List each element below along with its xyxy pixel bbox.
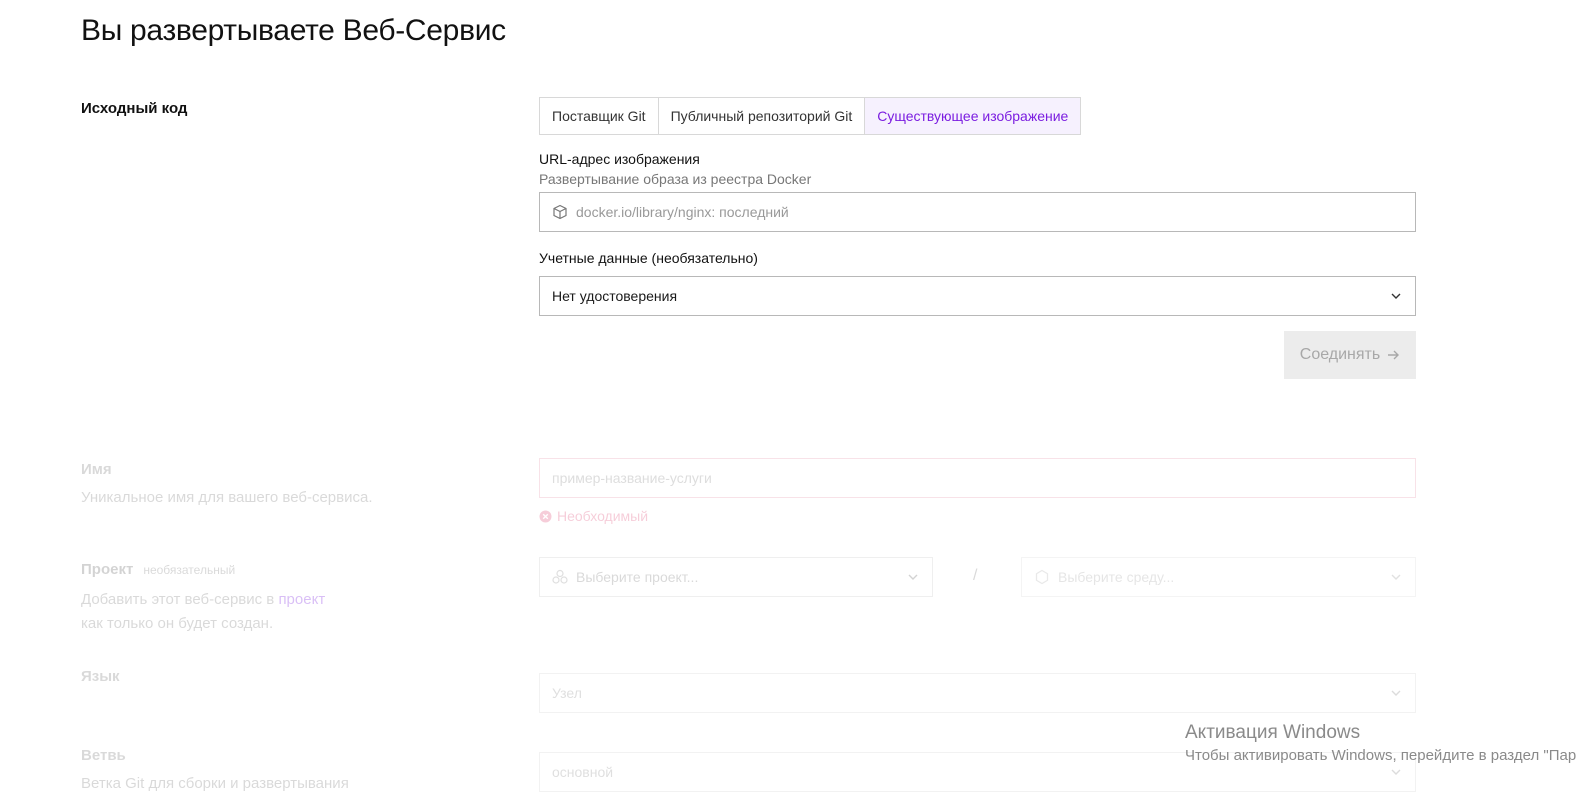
package-icon	[552, 204, 568, 220]
tab-public-git-repo[interactable]: Публичный репозиторий Git	[659, 98, 866, 134]
project-select[interactable]: Выберите проект...	[539, 557, 933, 597]
image-url-placeholder: docker.io/library/nginx: последний	[576, 204, 789, 220]
language-label: Язык	[81, 668, 120, 685]
language-value: Узел	[552, 685, 582, 701]
credentials-select[interactable]: Нет удостоверения	[539, 276, 1416, 316]
chevron-down-icon	[1389, 765, 1403, 779]
language-select[interactable]: Узел	[539, 673, 1416, 713]
service-name-input[interactable]: пример-название-услуги	[539, 458, 1416, 498]
project-icon	[552, 569, 568, 585]
branch-label: Ветвь	[81, 747, 126, 764]
connect-button[interactable]: Соединять	[1284, 331, 1416, 379]
connect-button-label: Соединять	[1299, 346, 1381, 363]
image-url-label: URL-адрес изображения	[539, 151, 700, 167]
project-heading: Проект необязательный	[81, 561, 235, 578]
tab-existing-image[interactable]: Существующее изображение	[865, 98, 1081, 134]
project-optional: необязательный	[143, 563, 236, 577]
branch-value: основной	[552, 764, 614, 780]
service-name-placeholder: пример-название-услуги	[552, 470, 712, 486]
hexagon-icon	[1034, 569, 1050, 585]
environment-select[interactable]: Выберите среду...	[1021, 557, 1416, 597]
source-tabs: Поставщик Git Публичный репозиторий Git …	[539, 97, 1082, 135]
chevron-down-icon	[1389, 570, 1403, 584]
windows-activation-title: Активация Windows	[1185, 722, 1361, 743]
name-error: Необходимый	[539, 508, 648, 524]
image-url-input[interactable]: docker.io/library/nginx: последний	[539, 192, 1416, 232]
windows-activation-subtitle: Чтобы активировать Windows, перейдите в …	[1185, 747, 1577, 764]
project-env-separator: /	[973, 567, 978, 584]
credentials-label: Учетные данные (необязательно)	[539, 250, 758, 266]
image-url-help: Развертывание образа из реестра Docker	[539, 171, 812, 187]
project-help: Добавить этот веб-сервис в проект как то…	[81, 588, 381, 636]
page-title: Вы развертываете Веб-Сервис	[81, 14, 506, 47]
environment-placeholder: Выберите среду...	[1058, 569, 1175, 585]
chevron-down-icon	[1389, 686, 1403, 700]
source-code-label: Исходный код	[81, 100, 188, 117]
error-circle-icon	[539, 510, 552, 523]
project-help-suffix: как только он будет создан.	[81, 615, 274, 632]
chevron-down-icon	[906, 570, 920, 584]
project-link[interactable]: проект	[278, 591, 325, 608]
name-label: Имя	[81, 461, 112, 478]
tab-git-provider[interactable]: Поставщик Git	[540, 98, 659, 134]
chevron-down-icon	[1389, 289, 1403, 303]
credentials-value: Нет удостоверения	[552, 288, 678, 304]
project-label: Проект	[81, 561, 134, 578]
name-error-text: Необходимый	[557, 508, 649, 524]
arrow-right-icon	[1386, 348, 1400, 362]
name-help: Уникальное имя для вашего веб-сервиса.	[81, 489, 373, 506]
branch-help: Ветка Git для сборки и развертывания	[81, 775, 349, 792]
project-help-prefix: Добавить этот веб-сервис в	[81, 591, 275, 608]
project-placeholder: Выберите проект...	[576, 569, 699, 585]
